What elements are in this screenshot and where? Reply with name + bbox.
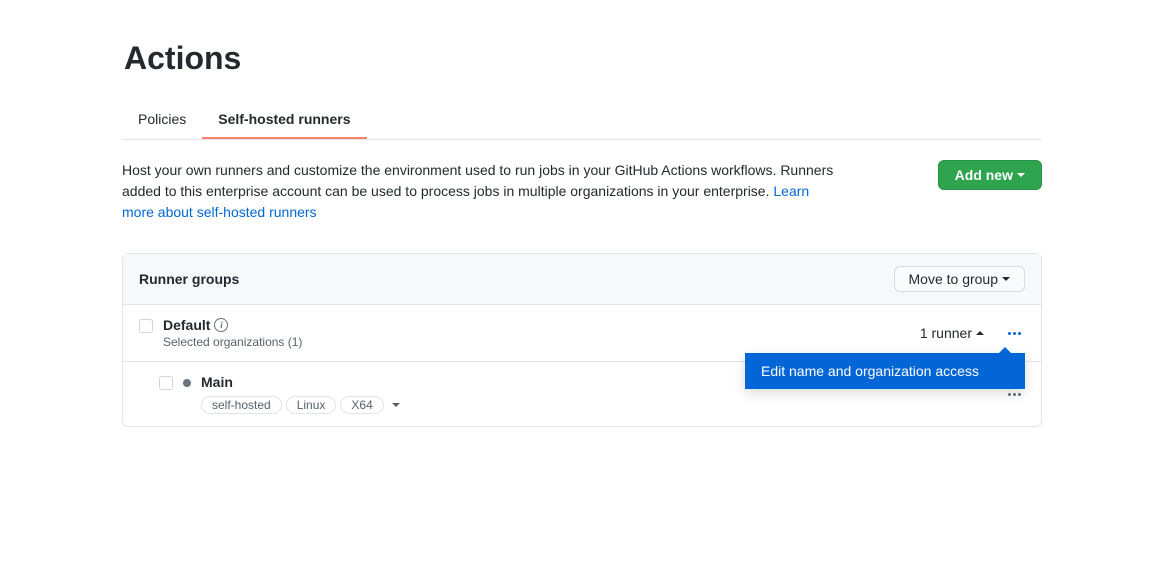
description: Host your own runners and customize the … <box>122 160 842 223</box>
runner-labels: self-hosted Linux X64 <box>201 396 400 414</box>
runner-groups-header: Runner groups Move to group <box>123 254 1041 305</box>
move-to-group-label: Move to group <box>909 271 999 287</box>
labels-dropdown-icon[interactable] <box>392 403 400 407</box>
tab-policies[interactable]: Policies <box>122 101 202 139</box>
move-to-group-button[interactable]: Move to group <box>894 266 1026 292</box>
runner-actions-menu-button[interactable] <box>1004 389 1025 400</box>
runner-checkbox[interactable] <box>159 376 173 390</box>
edit-name-access-item[interactable]: Edit name and organization access <box>761 363 1009 379</box>
group-actions-dropdown: Edit name and organization access <box>745 353 1025 389</box>
runner-status-idle-icon <box>183 379 191 387</box>
tab-self-hosted-runners[interactable]: Self-hosted runners <box>202 101 366 139</box>
group-subtitle: Selected organizations (1) <box>163 335 302 349</box>
group-actions-menu-button[interactable] <box>1004 328 1025 339</box>
runner-label: X64 <box>340 396 383 414</box>
add-new-label: Add new <box>955 167 1013 183</box>
runner-count-toggle[interactable]: 1 runner <box>920 325 984 341</box>
runner-groups-box: Runner groups Move to group Default i Se… <box>122 253 1042 427</box>
caret-up-icon <box>976 331 984 335</box>
runner-groups-title: Runner groups <box>139 271 239 287</box>
runner-name[interactable]: Main <box>201 374 400 390</box>
description-text: Host your own runners and customize the … <box>122 162 833 199</box>
page-title: Actions <box>124 40 1042 77</box>
runner-label: Linux <box>286 396 337 414</box>
group-name[interactable]: Default <box>163 317 210 333</box>
info-icon[interactable]: i <box>214 318 228 332</box>
group-checkbox[interactable] <box>139 319 153 333</box>
runner-label: self-hosted <box>201 396 282 414</box>
tabs: Policies Self-hosted runners <box>122 101 1042 140</box>
add-new-button[interactable]: Add new <box>938 160 1042 190</box>
group-row: Default i Selected organizations (1) 1 r… <box>123 305 1041 362</box>
runner-count-label: 1 runner <box>920 325 972 341</box>
caret-down-icon <box>1017 173 1025 177</box>
caret-down-icon <box>1002 277 1010 281</box>
